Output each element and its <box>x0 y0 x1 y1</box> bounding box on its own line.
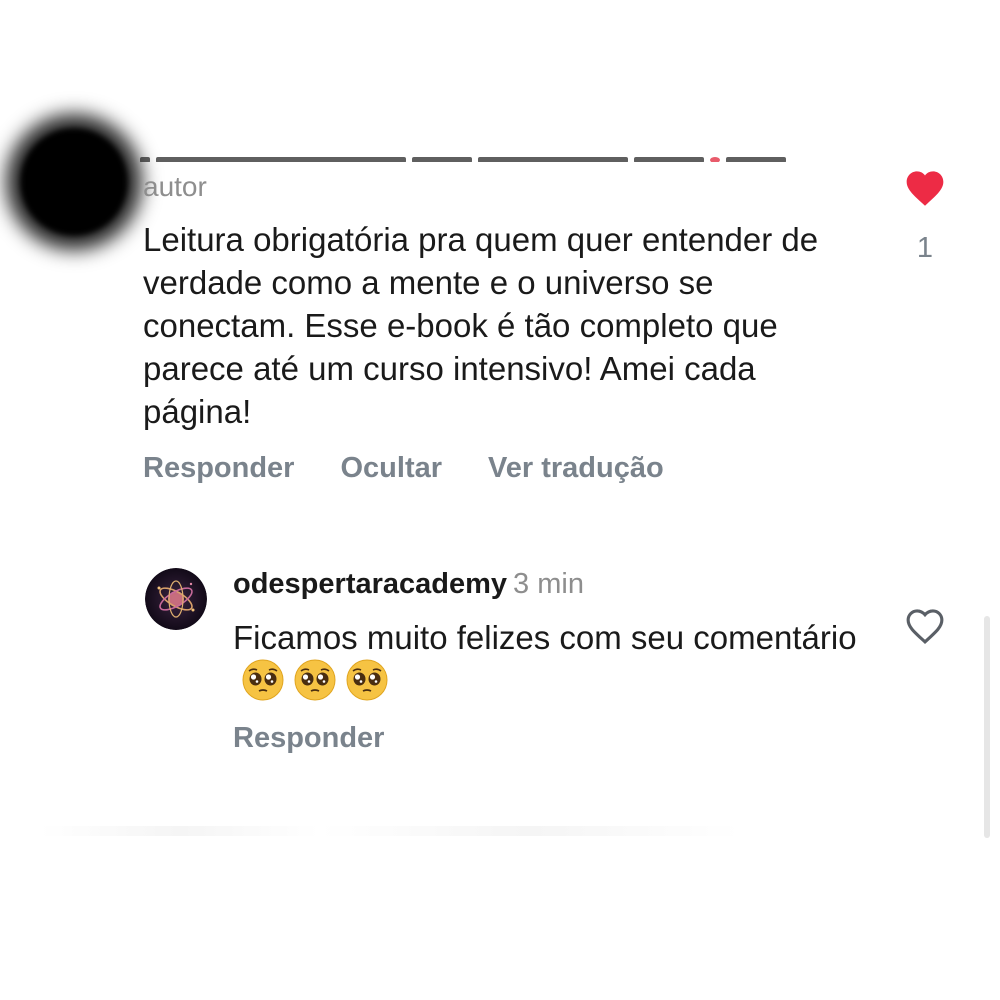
academy-logo-icon <box>145 568 207 630</box>
next-comment-edge <box>40 826 740 836</box>
reply-button[interactable]: Responder <box>143 452 294 485</box>
reply-avatar[interactable] <box>145 568 207 630</box>
cut-off-header-line <box>140 150 830 162</box>
comment-text: Leitura obrigatória pra quem quer entend… <box>143 221 819 430</box>
scrollbar[interactable] <box>984 616 990 838</box>
comment-actions: Responder Ocultar Ver tradução <box>143 452 664 485</box>
heart-filled-icon[interactable] <box>903 166 947 208</box>
reply-reply-button[interactable]: Responder <box>233 722 384 755</box>
translate-button[interactable]: Ver tradução <box>488 452 664 485</box>
comment-meta: autor <box>143 171 207 202</box>
reply-timestamp: 3 min <box>513 568 584 600</box>
emoji-group <box>241 658 389 702</box>
like-count: 1 <box>916 232 934 264</box>
reply-username[interactable]: odespertaracademy <box>233 568 507 600</box>
pleading-face-emoji-icon <box>242 659 284 701</box>
reply-text-block: Ficamos muito felizes com seu comentário <box>233 616 873 706</box>
commenter-avatar[interactable] <box>20 128 128 236</box>
hide-button[interactable]: Ocultar <box>340 452 442 485</box>
comment-thread: autor Leitura obrigatória pra quem quer … <box>0 0 1000 1000</box>
pleading-face-emoji-icon <box>346 659 388 701</box>
reply-header: odespertaracademy 3 min <box>233 566 584 602</box>
heart-outline-icon[interactable] <box>903 604 947 646</box>
pleading-face-emoji-icon <box>294 659 336 701</box>
reply-text: Ficamos muito felizes com seu comentário <box>233 619 857 656</box>
